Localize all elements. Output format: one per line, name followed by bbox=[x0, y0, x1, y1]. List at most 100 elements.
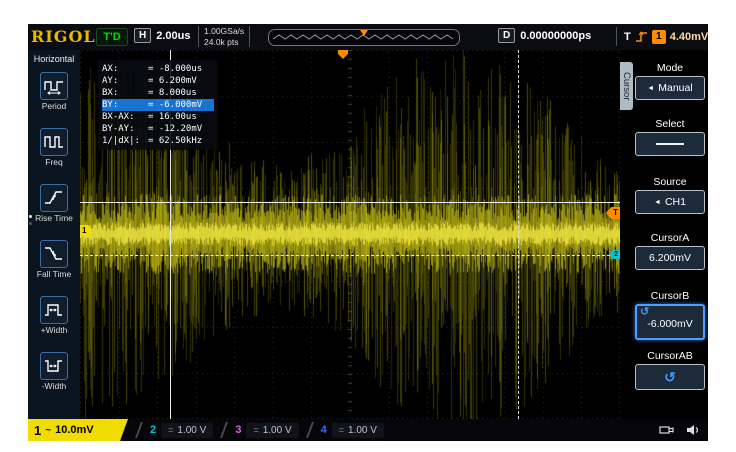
channel-3-scale-box: = 1.00 V bbox=[246, 423, 298, 438]
delay-group[interactable]: D 0.00000000ps bbox=[498, 28, 591, 43]
memory-trigger-marker-icon bbox=[360, 30, 368, 36]
cursor-a-label: CursorA bbox=[634, 232, 706, 244]
dc-coupling-icon: = bbox=[168, 425, 173, 435]
channel-2-status[interactable]: 2 = 1.00 V bbox=[150, 423, 213, 438]
trigger-source-badge: 1 bbox=[652, 30, 666, 44]
top-status-bar: RIGOL T'D H 2.00us 1.00GSa/s 24.0k pts D… bbox=[28, 24, 708, 50]
readout-row: AX:= -8.000us bbox=[102, 63, 214, 75]
acquisition-info-box: 1.00GSa/s 24.0k pts bbox=[198, 26, 250, 47]
rise-time-icon bbox=[40, 184, 68, 212]
cursor-b-vertical-line[interactable] bbox=[518, 50, 519, 419]
usb-icon bbox=[659, 424, 677, 436]
readout-row: BX-AX:= 16.00us bbox=[102, 111, 214, 123]
readout-row: AY:= 6.200mV bbox=[102, 75, 214, 87]
horizontal-scale-group[interactable]: H 2.00us bbox=[134, 28, 190, 43]
source-value: CH1 bbox=[665, 196, 686, 208]
trigger-info-group[interactable]: T 1 4.40mV bbox=[616, 27, 708, 46]
cursor-b-button[interactable]: ↺ -6.000mV bbox=[635, 304, 705, 340]
cursor-ab-button[interactable]: ↺ bbox=[635, 364, 705, 390]
panel-page-dots bbox=[29, 215, 32, 225]
waveform-display: AX:= -8.000us AY:= 6.200mV BX:= 8.000us … bbox=[80, 50, 620, 419]
cursor-b-label: CursorB bbox=[634, 290, 706, 302]
measure-item-neg-width[interactable]: -Width bbox=[28, 352, 80, 391]
select-label: Select bbox=[634, 118, 706, 130]
cursor-b-horizontal-line[interactable] bbox=[80, 255, 620, 256]
mode-button[interactable]: ◄ Manual bbox=[635, 76, 705, 100]
readout-row: 1/|dX|:= 62.50kHz bbox=[102, 135, 214, 147]
measure-label: Period bbox=[28, 102, 80, 111]
page-dot-active bbox=[29, 215, 32, 218]
channel-2-scale-box: = 1.00 V bbox=[161, 423, 213, 438]
page-dot-inactive bbox=[29, 222, 32, 225]
mode-value: Manual bbox=[658, 82, 692, 94]
cursor-menu-panel: Cursor Mode ◄ Manual Select Source ◄ CH1… bbox=[620, 50, 708, 419]
rotate-knob-icon: ↺ bbox=[637, 306, 649, 318]
channel-4-status[interactable]: 4 = 1.00 V bbox=[321, 423, 384, 438]
select-button[interactable] bbox=[635, 132, 705, 156]
h-key: H bbox=[134, 28, 151, 43]
speaker-icon[interactable] bbox=[686, 424, 700, 436]
channel-1-scale: 10.0mV bbox=[55, 424, 94, 436]
trigger-level-value: 4.40mV bbox=[670, 31, 709, 43]
horizontal-scale-value: 2.00us bbox=[156, 30, 190, 42]
mode-label: Mode bbox=[634, 62, 706, 74]
channel-status-bar: 1 ~ 10.0mV 2 = 1.00 V 3 = 1.00 V 4 = 1. bbox=[28, 419, 708, 441]
cursor-a-value: 6.200mV bbox=[649, 252, 691, 264]
readout-row-selected: BY:= -6.000mV bbox=[102, 99, 214, 111]
memory-position-indicator[interactable] bbox=[268, 29, 460, 46]
cursor-ab-label: CursorAB bbox=[634, 350, 706, 362]
channel-divider bbox=[135, 422, 143, 438]
memory-depth: 24.0k pts bbox=[204, 37, 244, 48]
measure-label: Fall Time bbox=[28, 270, 80, 279]
channel-1-status[interactable]: 1 ~ 10.0mV bbox=[28, 419, 128, 441]
readout-row: BY-AY:= -12.20mV bbox=[102, 123, 214, 135]
ac-coupling-icon: ~ bbox=[45, 425, 51, 436]
channel-1-number: 1 bbox=[34, 423, 41, 438]
measure-item-rise-time[interactable]: Rise Time bbox=[28, 184, 80, 223]
cursor-menu-tab: Cursor bbox=[620, 62, 633, 110]
measure-item-period[interactable]: Period bbox=[28, 72, 80, 111]
channel-4-scale-box: = 1.00 V bbox=[332, 423, 384, 438]
select-line-icon bbox=[656, 143, 684, 145]
d-key: D bbox=[498, 28, 515, 43]
plus-width-icon bbox=[40, 296, 68, 324]
arrow-left-icon: ◄ bbox=[654, 199, 661, 206]
trigger-slope-icon bbox=[635, 30, 648, 44]
measure-label: +Width bbox=[28, 326, 80, 335]
rigol-logo: RIGOL bbox=[31, 27, 96, 46]
sample-rate: 1.00GSa/s bbox=[204, 26, 244, 37]
measure-label: -Width bbox=[28, 382, 80, 391]
minus-width-icon bbox=[40, 352, 68, 380]
trigger-status-badge: T'D bbox=[96, 28, 128, 46]
rotate-knob-icon: ↺ bbox=[664, 369, 676, 386]
cursor-readout-box: AX:= -8.000us AY:= 6.200mV BX:= 8.000us … bbox=[98, 60, 218, 150]
channel-3-scale: 1.00 V bbox=[263, 425, 292, 436]
source-button[interactable]: ◄ CH1 bbox=[635, 190, 705, 214]
channel-2-number: 2 bbox=[150, 424, 156, 436]
cursor-a-horizontal-line[interactable] bbox=[80, 202, 620, 203]
dc-coupling-icon: = bbox=[253, 425, 258, 435]
cursor-b-value: -6.000mV bbox=[647, 318, 693, 330]
fall-time-icon bbox=[40, 240, 68, 268]
channel-divider bbox=[220, 422, 228, 438]
footer-icons bbox=[659, 424, 708, 436]
channel-4-number: 4 bbox=[321, 424, 327, 436]
measure-label: Freq bbox=[28, 158, 80, 167]
horizontal-measure-panel: Horizontal Period Freq Rise Time bbox=[28, 50, 80, 419]
measure-item-freq[interactable]: Freq bbox=[28, 128, 80, 167]
measure-item-fall-time[interactable]: Fall Time bbox=[28, 240, 80, 279]
channel-4-scale: 1.00 V bbox=[348, 425, 377, 436]
channel-3-status[interactable]: 3 = 1.00 V bbox=[235, 423, 298, 438]
source-label: Source bbox=[634, 176, 706, 188]
measure-item-pos-width[interactable]: +Width bbox=[28, 296, 80, 335]
measure-label: Rise Time bbox=[28, 214, 80, 223]
channel-divider bbox=[306, 422, 314, 438]
t-key: T bbox=[624, 31, 631, 43]
channel-2-scale: 1.00 V bbox=[177, 425, 206, 436]
arrow-left-icon: ◄ bbox=[647, 85, 654, 92]
dc-coupling-icon: = bbox=[339, 425, 344, 435]
readout-row: BX:= 8.000us bbox=[102, 87, 214, 99]
cursor-a-button[interactable]: 6.200mV bbox=[635, 246, 705, 270]
oscilloscope-screen: RIGOL T'D H 2.00us 1.00GSa/s 24.0k pts D… bbox=[28, 24, 708, 441]
delay-value: 0.00000000ps bbox=[520, 30, 591, 42]
